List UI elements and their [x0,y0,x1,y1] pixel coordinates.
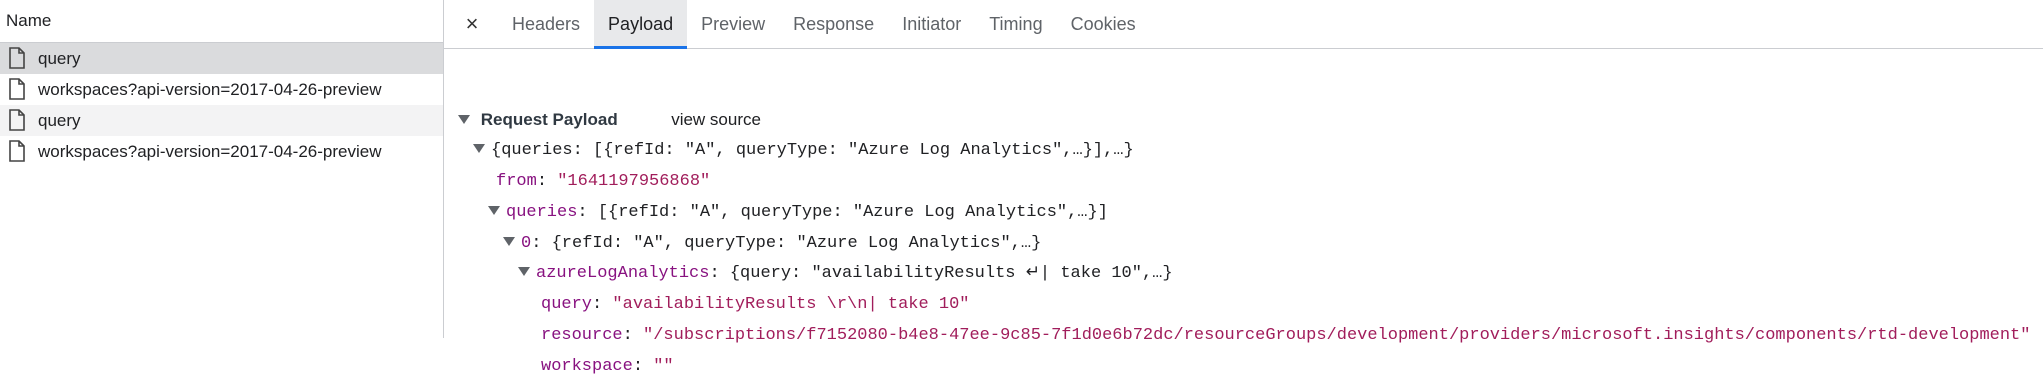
resource-row: resource: "/subscriptions/f7152080-b4e8-… [541,326,2031,345]
workspace-value: "" [653,357,674,376]
request-name: workspaces?api-version=2017-04-26-previe… [38,79,382,99]
document-icon [8,77,30,102]
query-row: query: "availabilityResults \r\n| take 1… [541,295,970,314]
resource-key: resource [541,326,623,345]
close-icon[interactable]: × [454,0,490,48]
expand-triangle-icon[interactable] [503,237,515,247]
item-index-key: 0 [521,234,532,253]
item-summary: {refId: "A", queryType: "Azure Log Analy… [551,234,1042,253]
section-title: Request Payload [480,110,618,129]
request-details-panel: × Headers Payload Preview Response Initi… [444,0,2043,376]
query-value: "availabilityResults \r\n| take 10" [612,295,970,314]
payload-root-row[interactable]: {queries: [{refId: "A", queryType: "Azur… [473,138,1134,164]
tab-timing[interactable]: Timing [975,0,1056,48]
tab-preview[interactable]: Preview [687,0,779,48]
request-name: workspaces?api-version=2017-04-26-previe… [38,141,382,161]
queries-row[interactable]: queries: [{refId: "A", queryType: "Azure… [488,200,1108,226]
details-tab-bar: × Headers Payload Preview Response Initi… [444,0,2043,49]
query-key: query [541,295,593,314]
request-row[interactable]: workspaces?api-version=2017-04-26-previe… [0,136,443,167]
from-row: from: "1641197956868" [496,172,711,191]
queries-summary: [{refId: "A", queryType: "Azure Log Anal… [597,203,1108,222]
expand-triangle-icon[interactable] [518,267,530,277]
azure-log-analytics-summary: {query: "availabilityResults ↵| take 10"… [729,264,1173,283]
expand-triangle-icon[interactable] [473,144,485,154]
request-payload-section[interactable]: Request Payload view source [458,107,761,133]
name-column-label: Name [6,11,52,30]
resource-value: "/subscriptions/f7152080-b4e8-47ee-9c85-… [643,326,2031,345]
azure-log-analytics-row[interactable]: azureLogAnalytics: {query: "availability… [518,261,1173,287]
expand-triangle-icon[interactable] [458,115,470,125]
tab-headers[interactable]: Headers [498,0,594,48]
document-icon [8,108,30,133]
view-source-link[interactable]: view source [671,110,761,129]
tab-initiator[interactable]: Initiator [888,0,975,48]
name-column-header[interactable]: Name [0,0,443,43]
query-item-row[interactable]: 0: {refId: "A", queryType: "Azure Log An… [503,231,1041,257]
azure-log-analytics-key: azureLogAnalytics [536,264,710,283]
workspace-key: workspace [541,357,633,376]
tab-response[interactable]: Response [779,0,888,48]
tab-payload[interactable]: Payload [594,0,688,49]
workspace-row: workspace: "" [541,357,674,376]
from-value: "1641197956868" [557,172,711,191]
from-key: from [496,172,537,191]
request-row[interactable]: query [0,43,443,74]
request-name: query [38,110,81,130]
document-icon [8,139,30,164]
tab-cookies[interactable]: Cookies [1057,0,1150,48]
request-row[interactable]: query [0,105,443,136]
document-icon [8,46,30,71]
request-name: query [38,48,81,68]
request-list-panel: Name query workspaces?api-version=2017-0… [0,0,444,338]
request-row[interactable]: workspaces?api-version=2017-04-26-previe… [0,74,443,105]
expand-triangle-icon[interactable] [488,206,500,216]
root-summary: {queries: [{refId: "A", queryType: "Azur… [491,141,1134,160]
queries-key: queries [506,203,578,222]
